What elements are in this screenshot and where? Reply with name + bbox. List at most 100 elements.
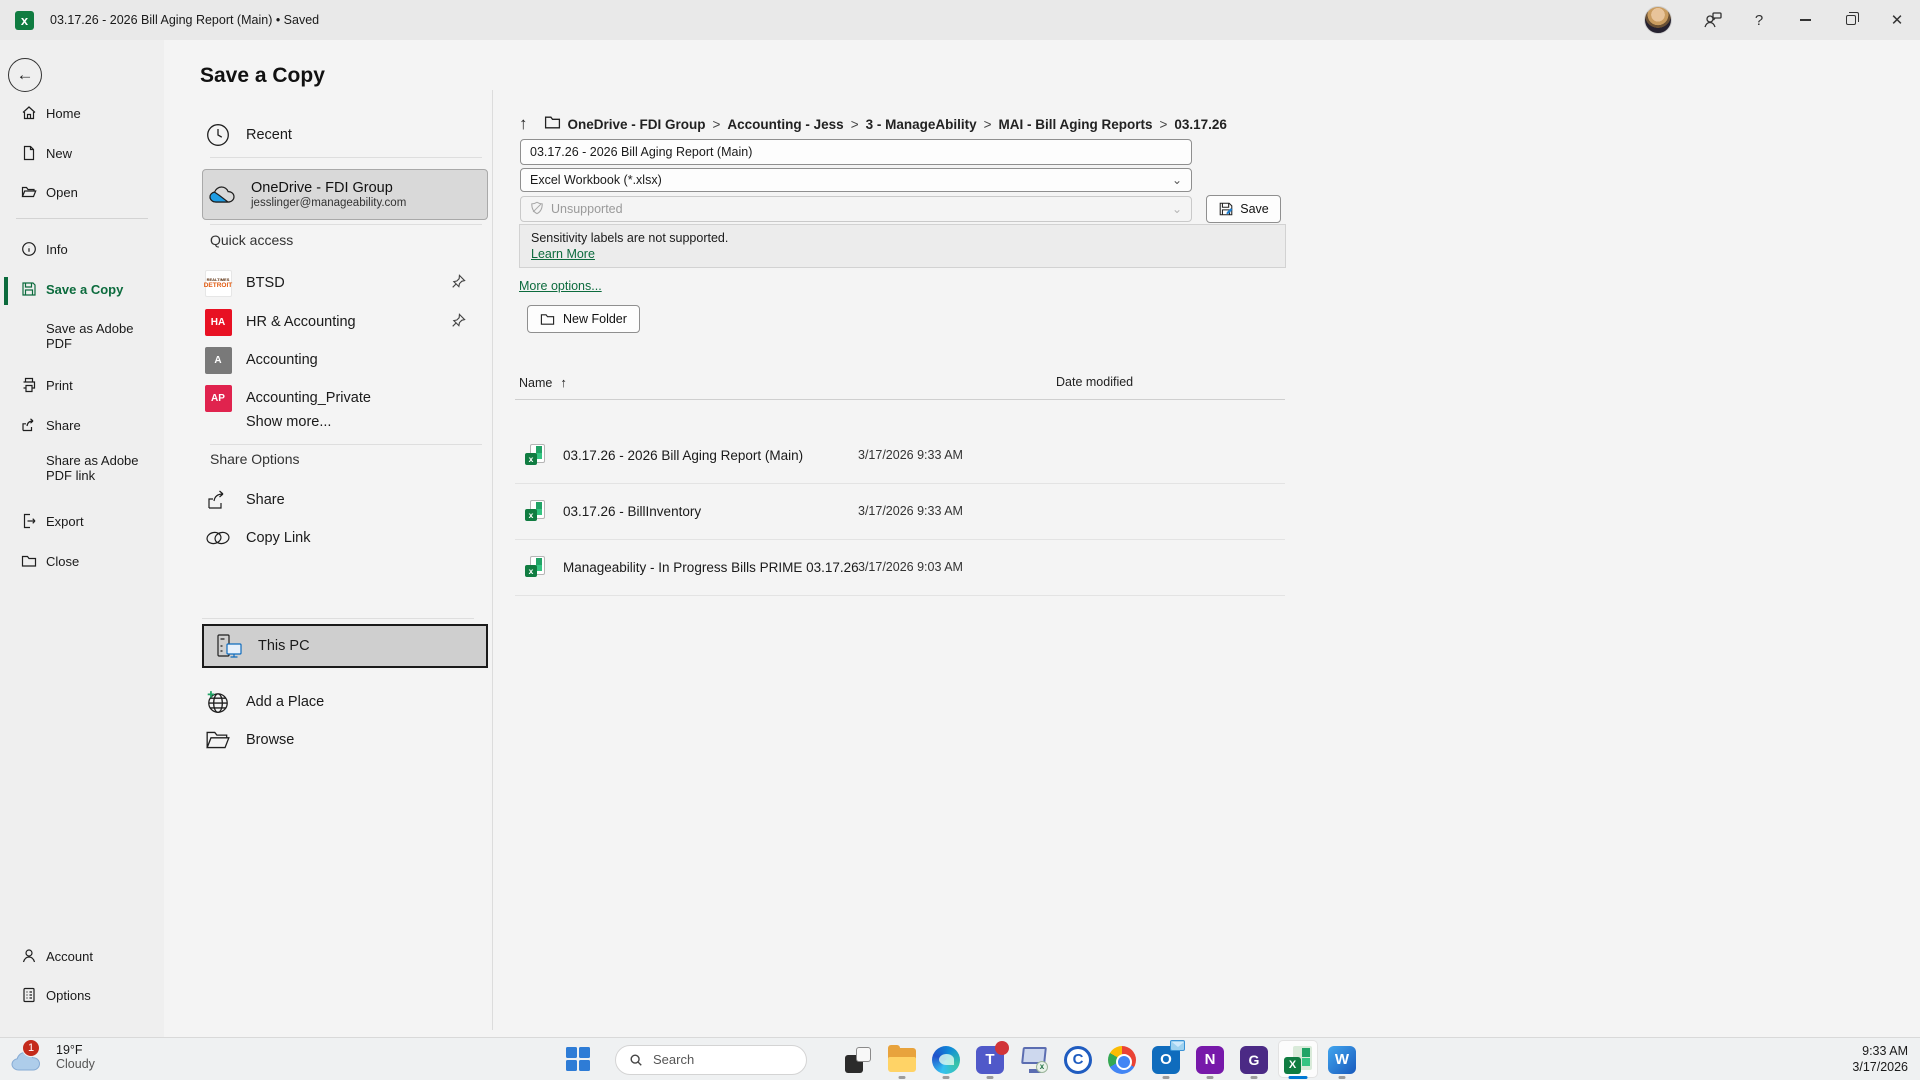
breadcrumb-segment[interactable]: Accounting - Jess: [727, 117, 843, 132]
open-folder-icon: [20, 184, 37, 201]
onenote-button[interactable]: N: [1188, 1038, 1232, 1080]
help-button[interactable]: ?: [1736, 0, 1782, 40]
clock-icon: [200, 122, 236, 148]
teams-button[interactable]: [968, 1038, 1012, 1080]
sensitivity-message: Sensitivity labels are not supported.: [531, 231, 1274, 245]
file-row[interactable]: x 03.17.26 - 2026 Bill Aging Report (Mai…: [515, 427, 1285, 483]
place-onedrive[interactable]: OneDrive - FDI Group jesslinger@manageab…: [202, 169, 488, 220]
restore-button[interactable]: [1828, 0, 1874, 40]
onedrive-email: jesslinger@manageability.com: [251, 197, 406, 209]
file-row[interactable]: x 03.17.26 - BillInventory 3/17/2026 9:3…: [515, 483, 1285, 539]
nav-item-save-a-copy[interactable]: Save a Copy: [0, 275, 164, 303]
nav-item-print[interactable]: Print: [0, 371, 164, 399]
purple-g-app-icon: G: [1240, 1046, 1268, 1074]
sensitivity-message-box: Sensitivity labels are not supported. Le…: [519, 224, 1286, 268]
nav-item-share[interactable]: Share: [0, 411, 164, 439]
breadcrumb-segment[interactable]: 3 - ManageAbility: [866, 117, 977, 132]
sort-ascending-icon: ↑: [560, 375, 567, 390]
backstage-nav: ← Home New Open Info Save a Copy: [0, 40, 164, 1037]
row-divider: [515, 595, 1285, 596]
place-copy-link[interactable]: Copy Link: [200, 521, 480, 555]
breadcrumb-segment[interactable]: MAI - Bill Aging Reports: [999, 117, 1153, 132]
nav-item-new[interactable]: New: [0, 139, 164, 167]
nav-item-info[interactable]: Info: [0, 235, 164, 263]
page-title: Save a Copy: [200, 64, 325, 88]
file-name: Manageability - In Progress Bills PRIME …: [563, 560, 859, 575]
weather-temp: 19°F: [56, 1043, 95, 1057]
task-view-button[interactable]: [836, 1038, 880, 1080]
new-folder-button[interactable]: New Folder: [527, 305, 640, 333]
edge-button[interactable]: [924, 1038, 968, 1080]
more-options-link[interactable]: More options...: [519, 279, 602, 293]
c-logo-icon: C: [1064, 1046, 1092, 1074]
file-row[interactable]: x Manageability - In Progress Bills PRIM…: [515, 539, 1285, 595]
account-icon: [20, 948, 37, 965]
filetype-select[interactable]: Excel Workbook (*.xlsx) ⌄: [520, 168, 1192, 192]
place-add-a-place[interactable]: Add a Place: [200, 685, 480, 719]
file-name: 03.17.26 - 2026 Bill Aging Report (Main): [563, 448, 803, 463]
nav-item-export[interactable]: Export: [0, 507, 164, 535]
window-title: 03.17.26 - 2026 Bill Aging Report (Main)…: [50, 13, 319, 27]
breadcrumb-segment[interactable]: OneDrive - FDI Group: [568, 117, 706, 132]
nav-item-open[interactable]: Open: [0, 178, 164, 206]
breadcrumb-segment[interactable]: 03.17.26: [1174, 117, 1227, 132]
remote-desktop-button[interactable]: x: [1012, 1038, 1056, 1080]
place-accounting[interactable]: A Accounting: [200, 343, 480, 377]
pin-icon[interactable]: [451, 274, 466, 293]
nav-item-home[interactable]: Home: [0, 99, 164, 127]
save-icon: [20, 281, 37, 298]
word-button[interactable]: W: [1320, 1038, 1364, 1080]
minimize-button[interactable]: [1782, 0, 1828, 40]
chrome-button[interactable]: [1100, 1038, 1144, 1080]
filename-input[interactable]: [520, 139, 1192, 165]
excel-file-icon: x: [525, 556, 547, 578]
start-button[interactable]: [566, 1047, 591, 1072]
place-share[interactable]: Share: [200, 483, 480, 517]
place-recent[interactable]: Recent: [200, 118, 480, 152]
back-button[interactable]: ←: [8, 58, 42, 92]
weather-widget[interactable]: 1 19°F Cloudy: [10, 1042, 95, 1072]
place-accounting-private[interactable]: AP Accounting_Private: [200, 381, 480, 415]
user-avatar[interactable]: [1644, 6, 1672, 34]
file-explorer-button[interactable]: [880, 1038, 924, 1080]
place-browse[interactable]: Browse: [200, 723, 480, 757]
outlook-button[interactable]: [1144, 1038, 1188, 1080]
purple-g-app-button[interactable]: G: [1232, 1038, 1276, 1080]
onedrive-icon: [205, 185, 241, 205]
nav-item-options[interactable]: Options: [0, 981, 164, 1009]
c-logo-app-button[interactable]: C: [1056, 1038, 1100, 1080]
nav-item-account[interactable]: Account: [0, 942, 164, 970]
column-header-name[interactable]: Name↑: [519, 375, 567, 390]
panel-divider: [492, 90, 493, 1030]
nav-item-save-as-adobe-pdf[interactable]: Save as Adobe PDF: [0, 321, 150, 351]
table-header-divider: [515, 399, 1285, 400]
up-one-level-icon[interactable]: ↑: [519, 114, 528, 134]
close-button[interactable]: ✕: [1874, 0, 1920, 40]
place-btsd[interactable]: REALTIMES DETROIT BTSD: [200, 266, 480, 300]
chevron-down-icon: ⌄: [1172, 173, 1182, 187]
quick-access-label: Quick access: [210, 232, 293, 248]
taskbar-search[interactable]: Search: [615, 1045, 807, 1075]
excel-button[interactable]: X: [1276, 1038, 1320, 1080]
learn-more-link[interactable]: Learn More: [531, 247, 595, 261]
divider: [210, 157, 482, 158]
save-button[interactable]: Save: [1206, 195, 1281, 223]
onenote-icon: N: [1196, 1046, 1224, 1074]
nav-item-share-as-adobe-pdf-link[interactable]: Share as Adobe PDF link: [0, 453, 150, 483]
nav-item-close[interactable]: Close: [0, 547, 164, 575]
pin-icon[interactable]: [451, 313, 466, 332]
place-hr-accounting[interactable]: HA HR & Accounting: [200, 305, 480, 339]
edge-icon: [932, 1046, 960, 1074]
column-header-date-modified[interactable]: Date modified: [1056, 375, 1133, 389]
breadcrumb: ↑ OneDrive - FDI Group > Accounting - Je…: [519, 114, 1227, 134]
printer-icon: [20, 377, 37, 394]
show-more-link[interactable]: Show more...: [246, 414, 331, 430]
taskbar-clock[interactable]: 9:33 AM 3/17/2026: [1852, 1043, 1908, 1075]
add-place-globe-icon: [200, 689, 236, 715]
divider: [202, 618, 474, 619]
btsd-site-tile: REALTIMES DETROIT: [205, 270, 232, 297]
place-this-pc[interactable]: This PC: [202, 624, 488, 668]
feedback-icon[interactable]: [1690, 0, 1736, 40]
hr-accounting-tile: HA: [205, 309, 232, 336]
export-icon: [20, 513, 37, 530]
